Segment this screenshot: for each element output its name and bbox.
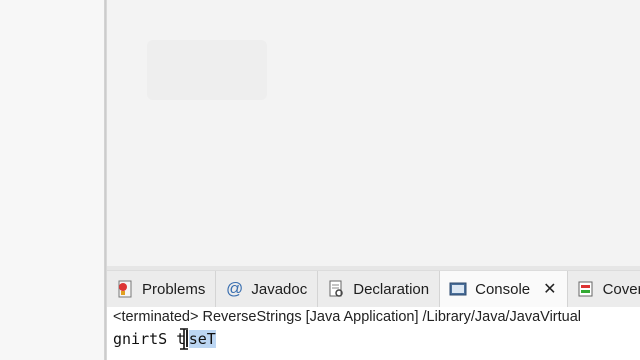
- console-output[interactable]: <terminated> ReverseStrings [Java Applic…: [107, 307, 640, 360]
- selected-text: seT: [188, 330, 216, 348]
- tab-problems[interactable]: Problems: [107, 271, 217, 307]
- output-text: gnirtS: [113, 330, 177, 348]
- editor-placeholder: [147, 40, 267, 100]
- console-icon: [448, 279, 468, 299]
- close-icon[interactable]: ✕: [543, 279, 556, 299]
- ibeam-cursor-icon: [180, 328, 188, 350]
- tab-label: Console: [475, 280, 531, 298]
- coverage-icon: [576, 279, 596, 299]
- editor-area[interactable]: [107, 0, 640, 266]
- console-status: <terminated> ReverseStrings [Java Applic…: [113, 309, 582, 325]
- tab-declaration[interactable]: Declaration: [318, 271, 441, 307]
- left-panel: [0, 0, 104, 360]
- tab-label: Cover: [602, 280, 640, 298]
- tab-label: Problems: [142, 280, 206, 298]
- console-output-line[interactable]: gnirtS t seT: [113, 328, 640, 350]
- at-sign-icon: @: [225, 279, 243, 298]
- problems-icon: [115, 279, 135, 299]
- view-tab-bar: Problems @ Javadoc Declaration Console ✕: [107, 270, 640, 308]
- declaration-icon: [326, 279, 346, 299]
- tab-javadoc[interactable]: @ Javadoc: [216, 271, 319, 307]
- tab-coverage[interactable]: Cover: [568, 271, 640, 307]
- tab-label: Declaration: [353, 280, 430, 298]
- tab-console[interactable]: Console ✕: [440, 271, 568, 307]
- tab-label: Javadoc: [251, 280, 308, 298]
